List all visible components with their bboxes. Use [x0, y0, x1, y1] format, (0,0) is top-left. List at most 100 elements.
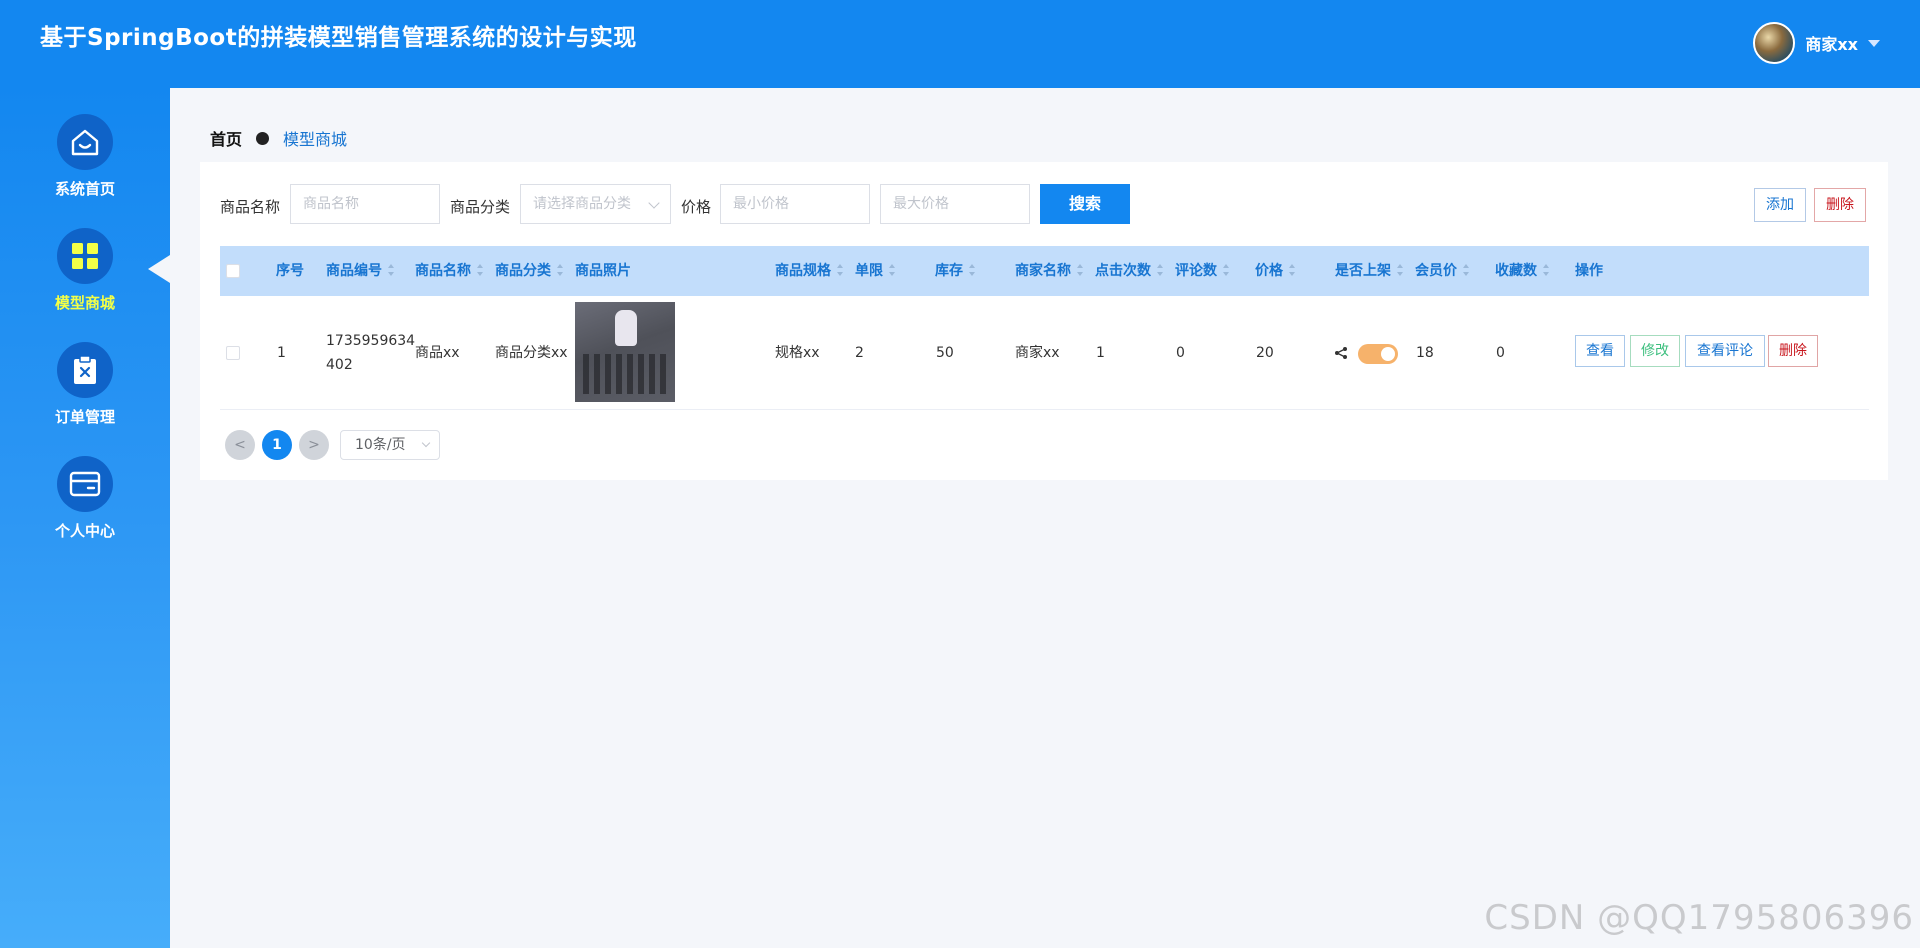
col-index: 序号: [276, 263, 304, 279]
model-figure: [615, 310, 637, 346]
select-all-checkbox[interactable]: [226, 264, 240, 278]
col-member-price-label: 会员价: [1415, 263, 1457, 279]
sort-icon[interactable]: [557, 264, 564, 276]
cell-member-price: 18: [1416, 345, 1434, 361]
search-button[interactable]: 搜索: [1040, 184, 1130, 224]
cell-limit: 2: [855, 345, 864, 361]
user-menu[interactable]: 商家xx: [1753, 22, 1880, 64]
view-comments-button[interactable]: 查看评论: [1685, 335, 1765, 367]
cell-name: 商品xx: [415, 345, 460, 361]
col-favorites[interactable]: 收藏数: [1495, 246, 1550, 296]
sidebar-item-home[interactable]: 系统首页: [0, 114, 170, 199]
row-checkbox[interactable]: [226, 346, 240, 360]
avatar[interactable]: [1753, 22, 1796, 64]
name-search-input[interactable]: 商品名称: [290, 184, 440, 224]
page-size-value: 10条/页: [355, 437, 406, 453]
add-button[interactable]: 添加: [1754, 188, 1806, 222]
sidebar-item-label: 个人中心: [54, 522, 115, 540]
page-size-select[interactable]: 10条/页: [340, 430, 440, 460]
sort-icon[interactable]: [1223, 264, 1230, 276]
sidebar-item-model-shop[interactable]: 模型商城: [0, 228, 170, 313]
col-stock[interactable]: 库存: [935, 246, 976, 296]
view-button[interactable]: 查看: [1575, 335, 1625, 367]
sidebar-item-orders[interactable]: 订单管理: [0, 342, 170, 427]
sidebar-item-label: 模型商城: [54, 294, 115, 312]
col-clicks[interactable]: 点击次数: [1095, 246, 1164, 296]
next-page-button[interactable]: >: [299, 430, 329, 460]
sort-icon[interactable]: [969, 264, 976, 276]
col-actions: 操作: [1575, 263, 1603, 279]
col-merchant-label: 商家名称: [1015, 263, 1071, 279]
max-price-input[interactable]: 最大价格: [880, 184, 1030, 224]
sort-icon[interactable]: [1289, 264, 1296, 276]
sidebar-item-label: 订单管理: [54, 408, 115, 426]
col-code-label: 商品编号: [326, 263, 382, 279]
cell-spec: 规格xx: [775, 345, 820, 361]
table-row: 1 1735959634 402 商品xx 商品分类xx 规格xx 2 50 商…: [220, 296, 1869, 410]
chevron-down-icon: [421, 438, 431, 448]
col-comments[interactable]: 评论数: [1175, 246, 1230, 296]
sort-icon[interactable]: [1543, 264, 1550, 276]
col-on-sale-label: 是否上架: [1335, 263, 1391, 279]
batch-delete-button[interactable]: 删除: [1814, 188, 1866, 222]
chevron-down-icon: [648, 197, 660, 209]
category-select[interactable]: 请选择商品分类: [520, 184, 671, 224]
wallet-icon: [57, 456, 113, 512]
category-placeholder: 请选择商品分类: [533, 196, 631, 212]
col-limit[interactable]: 单限: [855, 246, 896, 296]
share-icon: [1335, 347, 1347, 359]
home-icon: [57, 114, 113, 170]
col-name[interactable]: 商品名称: [415, 246, 484, 296]
table-header: 序号 商品编号 商品名称 商品分类 商品照片 商品规格 单限 库存 商家名称 点…: [220, 246, 1869, 296]
sort-icon[interactable]: [1397, 264, 1404, 276]
min-price-input[interactable]: 最小价格: [720, 184, 870, 224]
breadcrumb-current: 模型商城: [283, 130, 348, 149]
sort-icon[interactable]: [1157, 264, 1164, 276]
toggle-knob: [1381, 347, 1395, 361]
page-1-button[interactable]: 1: [262, 430, 292, 460]
col-spec[interactable]: 商品规格: [775, 246, 844, 296]
sort-icon[interactable]: [837, 264, 844, 276]
model-parts: [583, 354, 667, 394]
sort-icon[interactable]: [388, 264, 395, 276]
cell-index: 1: [277, 345, 286, 361]
cell-category: 商品分类xx: [495, 345, 568, 361]
col-name-label: 商品名称: [415, 263, 471, 279]
sidebar-item-label: 系统首页: [54, 180, 115, 198]
sort-icon[interactable]: [477, 264, 484, 276]
col-merchant[interactable]: 商家名称: [1015, 246, 1084, 296]
cell-code-line1: 1735959634: [326, 333, 416, 349]
sort-icon[interactable]: [889, 264, 896, 276]
cell-code-line2: 402: [326, 357, 353, 373]
col-code[interactable]: 商品编号: [326, 246, 395, 296]
edit-button[interactable]: 修改: [1630, 335, 1680, 367]
col-member-price[interactable]: 会员价: [1415, 246, 1470, 296]
col-stock-label: 库存: [935, 263, 963, 279]
col-clicks-label: 点击次数: [1095, 263, 1151, 279]
sidebar: 系统首页 模型商城 订单管理 个人中心: [0, 88, 170, 948]
sidebar-item-profile[interactable]: 个人中心: [0, 456, 170, 541]
col-on-sale[interactable]: 是否上架: [1335, 246, 1404, 296]
clipboard-icon: [57, 342, 113, 398]
col-spec-label: 商品规格: [775, 263, 831, 279]
caret-down-icon[interactable]: [1868, 39, 1880, 47]
col-photo: 商品照片: [575, 263, 631, 279]
active-indicator: [148, 255, 170, 283]
cell-favorites: 0: [1496, 345, 1505, 361]
sort-icon[interactable]: [1077, 264, 1084, 276]
breadcrumb-home[interactable]: 首页: [210, 126, 242, 150]
watermark: CSDN @QQ1795806396: [1484, 898, 1914, 938]
col-limit-label: 单限: [855, 263, 883, 279]
category-filter-label: 商品分类: [450, 198, 511, 216]
cell-merchant: 商家xx: [1015, 345, 1060, 361]
on-sale-toggle[interactable]: [1358, 344, 1398, 364]
user-name[interactable]: 商家xx: [1805, 31, 1858, 55]
breadcrumb: 首页 模型商城: [210, 126, 347, 150]
sort-icon[interactable]: [1463, 264, 1470, 276]
col-price[interactable]: 价格: [1255, 246, 1296, 296]
col-category[interactable]: 商品分类: [495, 246, 564, 296]
product-photo[interactable]: [575, 302, 675, 402]
delete-button[interactable]: 删除: [1768, 335, 1818, 367]
app-title: 基于SpringBoot的拼装模型销售管理系统的设计与实现: [40, 25, 637, 51]
prev-page-button[interactable]: <: [225, 430, 255, 460]
